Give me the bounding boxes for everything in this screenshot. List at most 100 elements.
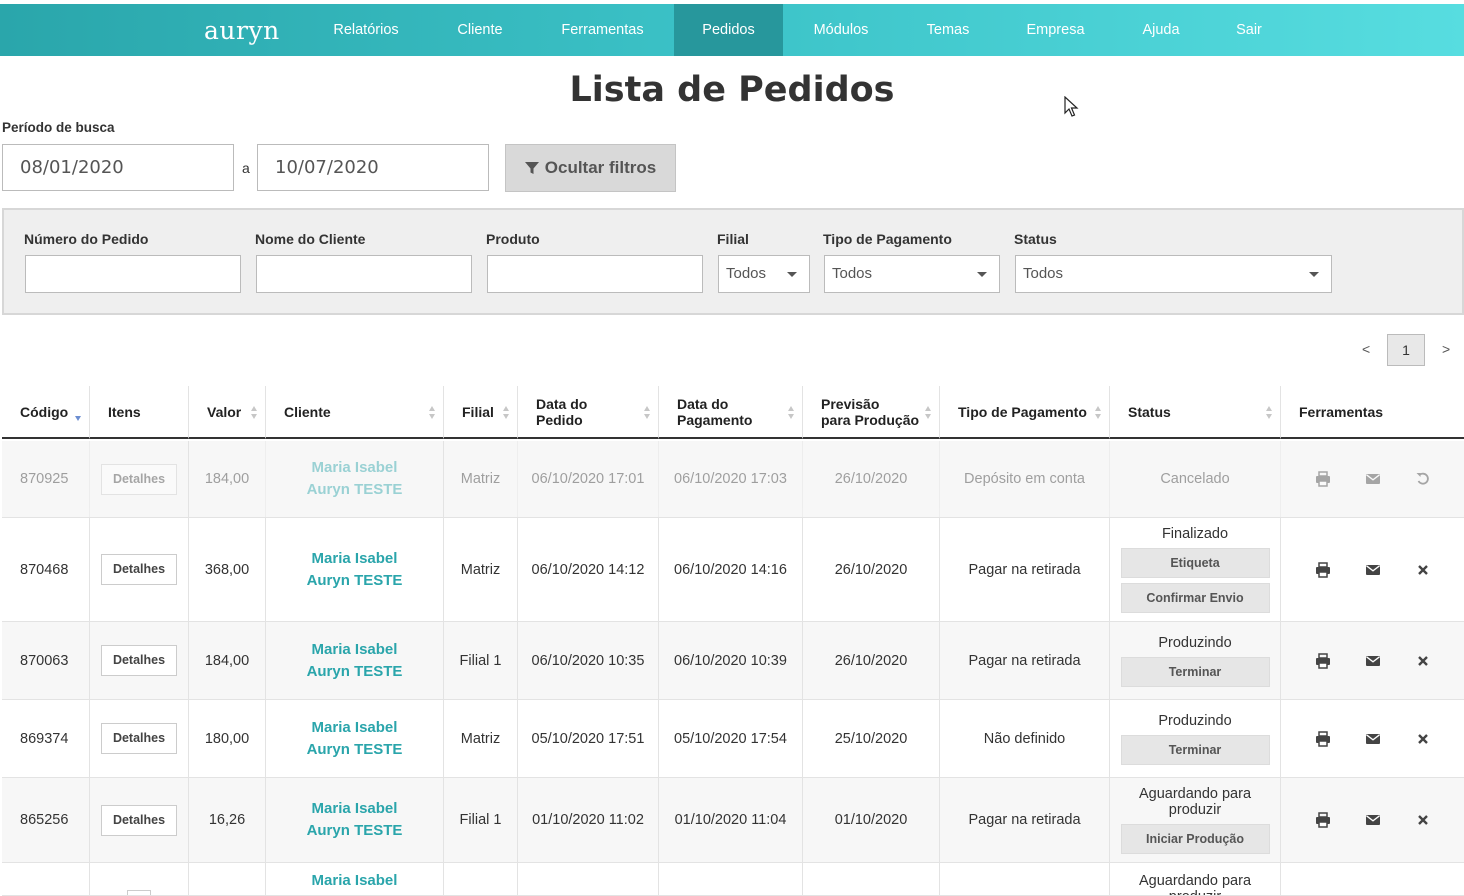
payment-type-select-value: Todos [832, 265, 873, 282]
print-icon[interactable] [1315, 471, 1331, 487]
sort-icon [1266, 406, 1273, 420]
order-status: Cancelado [1110, 441, 1281, 517]
print-icon[interactable] [1315, 730, 1331, 747]
order-client[interactable]: Maria Isabel Auryn TESTE [266, 700, 444, 777]
nav-item-ferramentas[interactable]: Ferramentas [540, 4, 665, 56]
order-number-input[interactable] [25, 255, 241, 293]
header-client[interactable]: Cliente [266, 386, 444, 439]
status-select[interactable]: Todos [1015, 255, 1332, 293]
order-status-cell: Produzindo Terminar [1110, 700, 1281, 777]
header-forecast-label: Previsão para Produção [821, 395, 920, 428]
start-production-button[interactable]: Iniciar Produção [1120, 824, 1270, 854]
header-tools-label: Ferramentas [1299, 403, 1384, 420]
client-name-input[interactable] [256, 255, 472, 293]
header-order-date-label: Data do Pedido [536, 395, 588, 428]
client-name-line: Maria Isabel [311, 459, 398, 476]
undo-icon[interactable] [1415, 471, 1431, 487]
order-value: 180,00 [189, 700, 266, 777]
close-icon[interactable] [1415, 812, 1431, 828]
header-forecast[interactable]: Previsão para Produção [803, 386, 940, 439]
header-payment-date-label: Data do Pagamento [677, 395, 753, 428]
pager-next-button[interactable]: > [1442, 341, 1450, 357]
order-status: produzir [1169, 889, 1221, 895]
header-order-date[interactable]: Data do Pedido [518, 386, 659, 439]
details-button[interactable]: Detalhes [100, 554, 178, 585]
finish-button[interactable]: Terminar [1120, 734, 1270, 765]
order-status-cell: Produzindo Terminar [1110, 622, 1281, 699]
order-status-cell: Aguardando para produzir [1110, 863, 1281, 895]
nav-item-empresa[interactable]: Empresa [1008, 4, 1103, 56]
order-value: 16,26 [189, 778, 266, 862]
nav-item-modulos[interactable]: Módulos [792, 4, 890, 56]
details-button[interactable]: Detalhes [100, 463, 178, 495]
print-icon[interactable] [1315, 561, 1331, 578]
chevron-down-icon [787, 272, 797, 277]
nav-item-cliente[interactable]: Cliente [430, 4, 530, 56]
sort-icon [251, 406, 258, 420]
production-forecast: 01/10/2020 [803, 778, 940, 862]
client-name-line: Auryn TESTE [306, 662, 403, 680]
product-input[interactable] [487, 255, 703, 293]
email-icon[interactable] [1365, 562, 1381, 578]
sort-icon [925, 406, 932, 420]
nav-item-sair[interactable]: Sair [1218, 4, 1280, 56]
finish-button[interactable]: Terminar [1120, 656, 1270, 687]
order-date: 06/10/2020 17:01 [518, 441, 659, 517]
details-button[interactable] [127, 890, 151, 895]
header-payment-date[interactable]: Data do Pagamento [659, 386, 803, 439]
order-client[interactable]: Maria Isabel Auryn TESTE [266, 518, 444, 621]
header-status[interactable]: Status [1110, 386, 1281, 439]
nav-item-pedidos[interactable]: Pedidos [674, 4, 783, 56]
nav-item-temas[interactable]: Temas [905, 4, 991, 56]
payment-type: Pagar na retirada [940, 622, 1110, 699]
chevron-down-icon [977, 272, 987, 277]
header-code[interactable]: Código [2, 386, 90, 439]
date-from-input[interactable]: 08/01/2020 [2, 144, 234, 191]
nav-item-ajuda[interactable]: Ajuda [1122, 4, 1200, 56]
close-icon[interactable] [1415, 653, 1431, 669]
details-button[interactable]: Detalhes [100, 645, 178, 676]
client-name-line: Maria Isabel [311, 800, 398, 817]
order-client[interactable]: Maria Isabel Auryn TESTE [266, 622, 444, 699]
order-value: 184,00 [189, 441, 266, 517]
brand-logo[interactable]: auryn [204, 16, 280, 45]
branch-select[interactable]: Todos [718, 255, 810, 293]
close-icon[interactable] [1415, 731, 1431, 747]
header-payment-type-label: Tipo de Pagamento [958, 403, 1087, 420]
toggle-filters-button[interactable]: Ocultar filtros [505, 144, 676, 192]
order-status: Aguardando para [1138, 873, 1252, 889]
confirm-shipment-button[interactable]: Confirmar Envio [1120, 583, 1270, 613]
email-icon[interactable] [1365, 653, 1381, 669]
nav-item-relatorios[interactable]: Relatórios [312, 4, 420, 56]
details-button[interactable]: Detalhes [100, 804, 178, 836]
close-icon[interactable] [1415, 562, 1431, 578]
email-icon[interactable] [1365, 471, 1381, 487]
header-value[interactable]: Valor [189, 386, 266, 439]
status-select-value: Todos [1023, 265, 1064, 282]
email-icon[interactable] [1365, 812, 1381, 828]
print-icon[interactable] [1315, 652, 1331, 669]
order-client[interactable]: Maria Isabel [266, 863, 444, 895]
payment-type-select[interactable]: Todos [824, 255, 1000, 293]
print-icon[interactable] [1315, 812, 1331, 828]
date-to-input[interactable]: 10/07/2020 [257, 144, 489, 191]
pager-prev-button[interactable]: < [1362, 341, 1370, 357]
payment-type: Pagar na retirada [940, 778, 1110, 862]
order-date: 06/10/2020 14:12 [518, 518, 659, 621]
order-status: Finalizado [1161, 526, 1229, 542]
header-branch[interactable]: Filial [444, 386, 518, 439]
pager-page-button[interactable]: 1 [1387, 334, 1425, 366]
details-button[interactable]: Detalhes [100, 723, 178, 754]
table-row: Maria Isabel Aguardando para produzir [2, 863, 1464, 896]
payment-type: Depósito em conta [940, 441, 1110, 517]
order-code: 870063 [2, 622, 90, 699]
header-payment-type[interactable]: Tipo de Pagamento [940, 386, 1110, 439]
filter-icon [524, 162, 539, 174]
order-client[interactable]: Maria Isabel Auryn TESTE [266, 441, 444, 517]
sort-desc-icon [75, 408, 82, 422]
email-icon[interactable] [1365, 731, 1381, 747]
order-client[interactable]: Maria Isabel Auryn TESTE [266, 778, 444, 862]
branch-select-value: Todos [726, 265, 767, 282]
period-label: Período de busca [2, 120, 115, 135]
label-button[interactable]: Etiqueta [1120, 548, 1270, 578]
